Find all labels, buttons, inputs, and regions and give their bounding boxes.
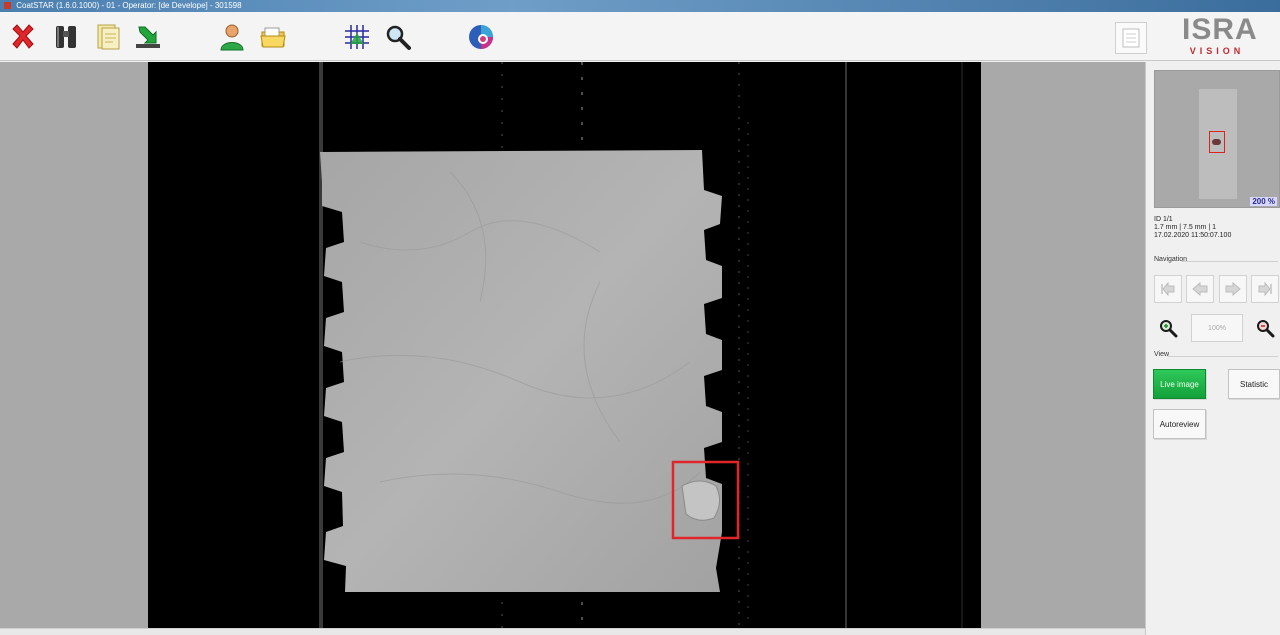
overview-defect-marker — [1209, 131, 1225, 153]
binoculars-button[interactable] — [49, 20, 83, 54]
grid-button[interactable] — [340, 20, 374, 54]
color-button[interactable] — [464, 20, 498, 54]
document-icon — [97, 24, 120, 50]
first-icon — [1161, 281, 1175, 297]
zoom-in-icon — [1160, 320, 1178, 338]
green-arrow-down-icon — [136, 26, 160, 48]
last-button[interactable] — [1251, 275, 1279, 303]
next-icon — [1225, 281, 1241, 297]
isra-vision-logo: ISRA VISION — [1182, 13, 1258, 60]
grid-icon — [345, 25, 369, 49]
toolbar: ISRA VISION — [0, 12, 1280, 61]
zoom-value-field[interactable]: 100% — [1191, 314, 1243, 342]
binoculars-icon — [56, 26, 76, 48]
live-image-button[interactable]: Live image — [1153, 369, 1206, 399]
autoreview-button[interactable]: Autoreview — [1153, 409, 1206, 439]
window-title: CoatSTAR (1.6.0.1000) - 01 - Operator: [… — [16, 1, 242, 10]
inspection-image-viewer[interactable] — [0, 62, 1145, 628]
view-label: View — [1154, 351, 1170, 358]
zoom-out-icon — [1257, 320, 1275, 338]
navigation-divider — [1182, 261, 1278, 262]
camera-image-overlay — [319, 62, 963, 628]
first-button[interactable] — [1154, 275, 1182, 303]
statistic-button[interactable]: Statistic — [1228, 369, 1280, 399]
color-wheel-icon — [469, 25, 493, 49]
right-panel: 200 % ID 1/1 1.7 mm | 7.5 mm | 1 17.02.2… — [1145, 62, 1280, 635]
material-sheet — [320, 150, 722, 592]
open-folder-icon — [260, 27, 286, 48]
previous-icon — [1192, 281, 1208, 297]
logo-main-text: ISRA — [1182, 13, 1258, 46]
report-button[interactable] — [1115, 22, 1147, 54]
status-strip — [0, 628, 1145, 635]
search-button[interactable] — [381, 20, 415, 54]
logo-sub-text: VISION — [1189, 46, 1245, 56]
zoom-in-button[interactable] — [1154, 314, 1182, 342]
user-button[interactable] — [215, 20, 249, 54]
red-x-icon — [12, 24, 34, 49]
report-icon — [1122, 28, 1140, 48]
defect-info: ID 1/1 1.7 mm | 7.5 mm | 1 17.02.2020 11… — [1154, 216, 1280, 240]
folder-button[interactable] — [256, 20, 290, 54]
defect-info-line1: ID 1/1 — [1154, 216, 1173, 223]
last-icon — [1258, 281, 1272, 297]
previous-button[interactable] — [1186, 275, 1214, 303]
user-icon — [220, 24, 244, 51]
next-button[interactable] — [1219, 275, 1247, 303]
overview-thumbnail[interactable]: 200 % — [1154, 70, 1280, 208]
download-button[interactable] — [131, 20, 165, 54]
title-bar: CoatSTAR (1.6.0.1000) - 01 - Operator: [… — [0, 0, 1280, 12]
magnifier-icon — [386, 25, 411, 50]
document-button[interactable] — [91, 20, 125, 54]
app-window: CoatSTAR (1.6.0.1000) - 01 - Operator: [… — [0, 0, 1280, 635]
defect-info-line2: 1.7 mm | 7.5 mm | 1 — [1154, 224, 1216, 231]
zoom-out-button[interactable] — [1251, 314, 1279, 342]
overview-zoom-label: 200 % — [1250, 197, 1277, 206]
app-icon — [4, 2, 11, 9]
exit-button[interactable] — [6, 20, 40, 54]
defect-info-line3: 17.02.2020 11:50:07.100 — [1154, 232, 1232, 239]
view-divider — [1168, 356, 1278, 357]
